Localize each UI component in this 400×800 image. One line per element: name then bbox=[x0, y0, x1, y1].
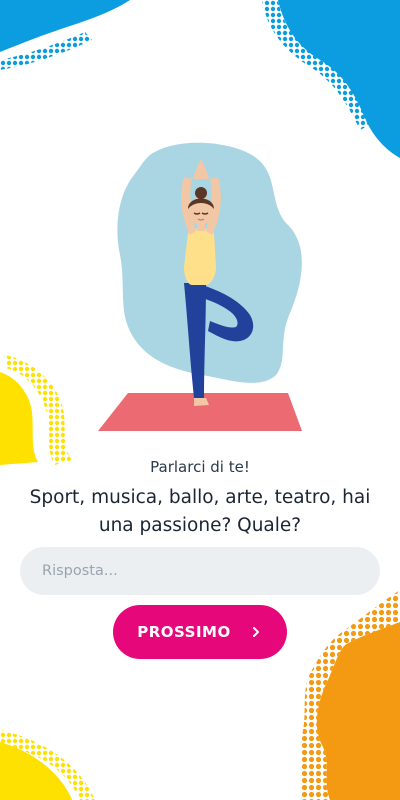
chevron-right-icon bbox=[252, 627, 259, 637]
hair-bun bbox=[195, 187, 207, 199]
question-text: Sport, musica, ballo, arte, teatro, hai … bbox=[29, 487, 371, 536]
yellow-paint-bottom-left bbox=[0, 742, 72, 800]
yellow-paint-left bbox=[0, 372, 38, 465]
next-button[interactable]: PROSSIMO bbox=[113, 605, 287, 659]
form-subtitle: Parlarci di te! bbox=[150, 458, 250, 476]
orange-paint-bottom-right bbox=[316, 622, 400, 800]
next-button-label: PROSSIMO bbox=[137, 623, 231, 641]
torso-tank-top bbox=[184, 228, 216, 285]
blue-paint-top-left bbox=[0, 0, 130, 52]
yoga-woman-illustration bbox=[98, 142, 302, 431]
answer-input[interactable] bbox=[20, 547, 380, 595]
